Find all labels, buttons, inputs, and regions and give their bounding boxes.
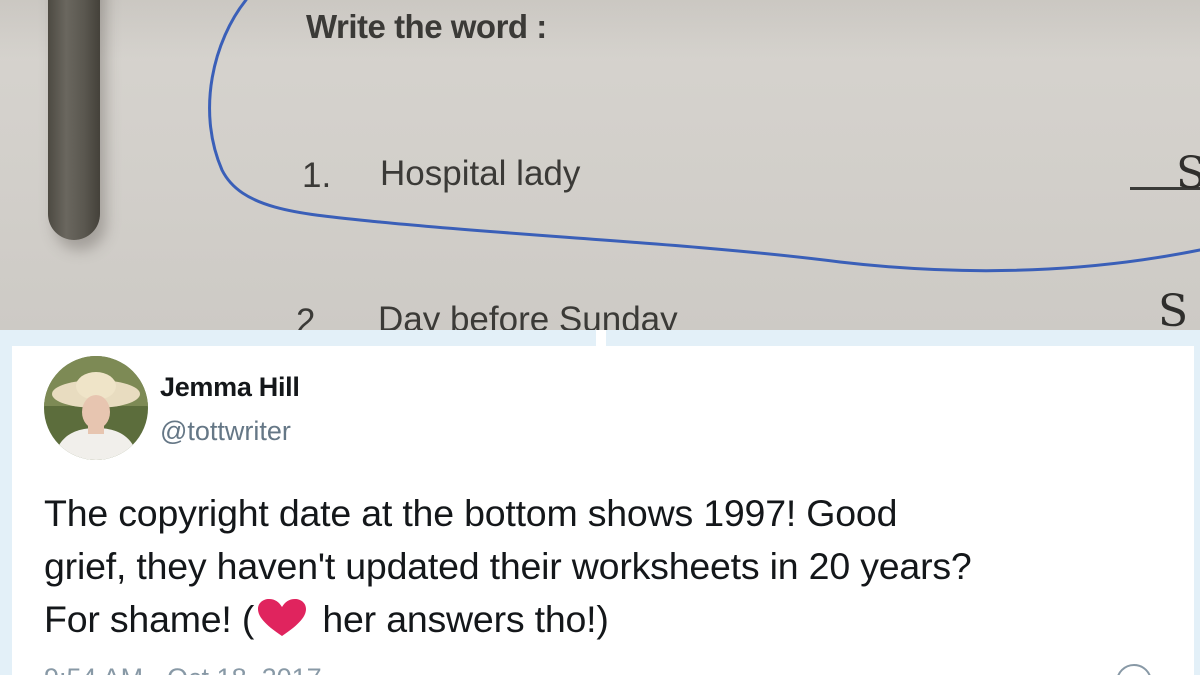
tweet-text-segment: For shame! (: [44, 598, 255, 640]
tweet-card: Jemma Hill @tottwriter The copyright dat…: [0, 330, 1200, 675]
card-border: [0, 330, 1200, 346]
author-name[interactable]: Jemma Hill: [160, 372, 300, 403]
worksheet-photo: ​ Write the word : 1. Hospital lady S 2 …: [0, 0, 1200, 330]
composite-screenshot: ​ Write the word : 1. Hospital lady S 2 …: [0, 0, 1200, 675]
heart-icon: [256, 598, 308, 647]
tweet-timestamp[interactable]: 9:54 AM - Oct 18, 2017: [44, 663, 322, 675]
card-border: [1194, 330, 1200, 675]
pen-circle-annotation: [208, 0, 1200, 273]
card-border: [0, 330, 12, 675]
info-icon[interactable]: [1116, 664, 1152, 675]
author-handle[interactable]: @tottwriter: [160, 416, 291, 447]
tweet-text-segment: her answers tho!): [312, 598, 609, 640]
tweet-text-line: grief, they haven't updated their worksh…: [44, 545, 972, 587]
avatar[interactable]: [44, 356, 148, 460]
tweet-text-line: For shame! ( her answers tho!): [44, 598, 609, 647]
tweet-text-line: The copyright date at the bottom shows 1…: [44, 492, 898, 534]
